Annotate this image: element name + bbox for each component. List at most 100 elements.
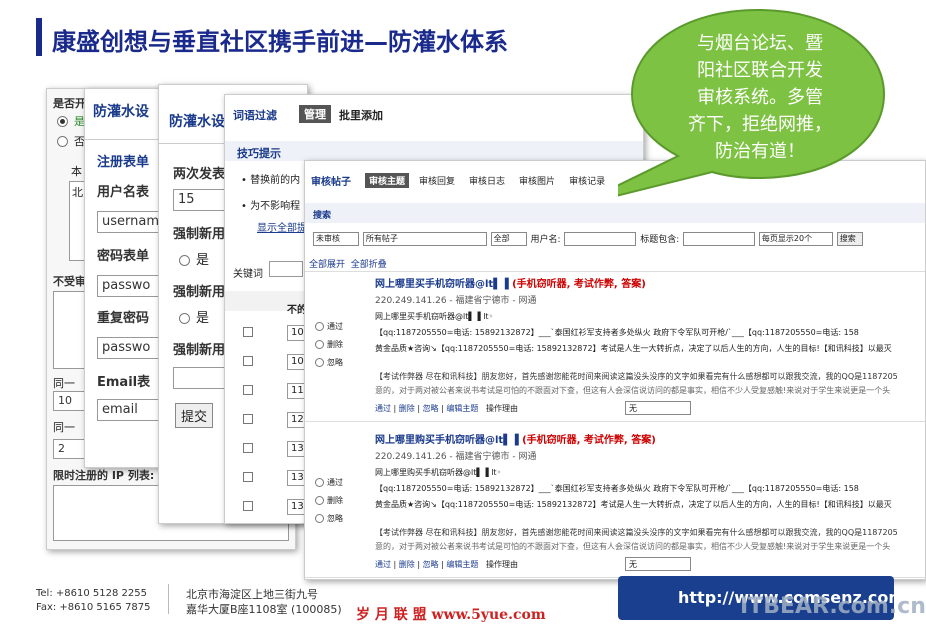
- collapse-all-link[interactable]: 全部折叠: [351, 260, 387, 270]
- tab-moderate-logs[interactable]: 审核日志: [465, 173, 509, 188]
- moderation-option[interactable]: 忽略: [315, 513, 343, 524]
- posts-select[interactable]: 所有帖子: [362, 231, 487, 246]
- nocheck-label: 不受审: [53, 275, 86, 288]
- moderation-radio[interactable]: [315, 322, 324, 331]
- username-label: 用户名:: [530, 235, 561, 245]
- bubble-line: 审核系统。多管: [697, 87, 823, 108]
- row-label: 本: [71, 165, 82, 178]
- tab-moderate-replies[interactable]: 审核回复: [415, 173, 459, 188]
- moderation-option[interactable]: 忽略: [315, 357, 343, 368]
- post-actions: 通过 | 删除 | 忽略 | 编辑主题 操作理由: [375, 560, 518, 569]
- post-actions: 通过 | 删除 | 忽略 | 编辑主题 操作理由: [375, 404, 518, 413]
- status-select[interactable]: 未审核: [313, 231, 359, 246]
- row-checkbox[interactable]: [243, 414, 253, 424]
- moderation-option[interactable]: 通过: [315, 321, 343, 332]
- tab-moderate-images[interactable]: 审核图片: [515, 173, 559, 188]
- radio-no[interactable]: [57, 136, 68, 147]
- show-all-tips-link[interactable]: 显示全部提: [257, 219, 307, 234]
- post-tags: (手机窃听器, 考试作弊, 答案): [512, 279, 646, 290]
- moderation-panel: 审核帖子 审核主题 审核回复 审核日志 审核图片 审核记录 搜索 未审核 所有帖子 全部…: [304, 160, 926, 580]
- row-checkbox[interactable]: [243, 443, 253, 453]
- moderation-option[interactable]: 删除: [315, 495, 343, 506]
- post-action-link[interactable]: 编辑主题: [446, 560, 478, 569]
- moderation-radio[interactable]: [315, 340, 324, 349]
- moderate-posts-title: 审核帖子: [311, 177, 351, 188]
- post-action-link[interactable]: 删除: [399, 404, 415, 413]
- radio-force-1[interactable]: [179, 255, 190, 266]
- post-action-link[interactable]: 忽略: [423, 404, 439, 413]
- force-option-1[interactable]: 是: [179, 249, 209, 268]
- tip-1: • 替换前的内: [241, 175, 301, 186]
- search-section-label: 搜索: [313, 211, 332, 221]
- tips-title: 技巧提示: [237, 147, 281, 160]
- post-title[interactable]: 网上哪里买手机窃听器@lt▌▐ (手机窃听器, 考试作弊, 答案): [375, 275, 646, 290]
- force-new-user-label-2: 强制新用: [173, 285, 226, 300]
- expand-collapse: 全部展开 全部折叠: [309, 257, 387, 270]
- ip-list-label: 限时注册的 IP 列表:: [53, 469, 155, 482]
- radio-force-2[interactable]: [179, 313, 190, 324]
- scope-select[interactable]: 全部: [490, 231, 527, 246]
- expand-all-link[interactable]: 全部展开: [309, 260, 345, 270]
- tab-moderate-records[interactable]: 审核记录: [565, 173, 609, 188]
- post-body-line: 黄金品质★咨询↘【qq:1187205550=电话: 15892132872】考…: [375, 500, 892, 509]
- moderation-radio[interactable]: [315, 496, 324, 505]
- nocheck-textarea[interactable]: [53, 291, 87, 369]
- force-option-2[interactable]: 是: [179, 307, 209, 326]
- post-title[interactable]: 网上哪里购买手机窃听器@lt▌▐ (手机窃听器, 考试作弊, 答案): [375, 431, 656, 446]
- force-new-user-label-1: 强制新用: [173, 227, 226, 242]
- per-page-select[interactable]: 每页显示20个: [758, 231, 833, 246]
- username-input[interactable]: [564, 231, 637, 246]
- search-button[interactable]: 搜索: [836, 231, 863, 246]
- row-checkbox[interactable]: [243, 385, 253, 395]
- post-body-line: 【qq:1187205550=电话: 15892132872】___`泰国红衫军…: [375, 484, 859, 493]
- bubble-line: 防治有道！: [715, 141, 805, 162]
- tab-word-filter[interactable]: 词语过滤: [233, 107, 277, 123]
- reason-select[interactable]: 无: [625, 401, 691, 415]
- footer-divider: [168, 584, 169, 614]
- moderation-radio[interactable]: [315, 358, 324, 367]
- same-ip-label-1: 同一: [53, 377, 75, 390]
- post-tags: (手机窃听器, 考试作弊, 答案): [522, 435, 656, 446]
- keyword-label: 关键词: [233, 269, 263, 280]
- moderation-option[interactable]: 删除: [315, 339, 343, 350]
- slide-title: 康盛创想与垂直社区携手前进—防灌水体系: [52, 28, 508, 56]
- option-yes[interactable]: 是: [57, 113, 85, 129]
- row-checkbox[interactable]: [243, 501, 253, 511]
- keyword-input[interactable]: [269, 261, 303, 277]
- post-title-text[interactable]: 网上哪里买手机窃听器@lt▌▐: [375, 279, 512, 290]
- footer-address-2: 嘉华大厦B座1108室 (100085): [186, 603, 342, 616]
- post-body-line: 网上哪里买手机窃听器@lt▌▐ lt◦: [375, 312, 494, 321]
- title-contains-input[interactable]: [683, 231, 756, 246]
- submit-button[interactable]: 提交: [175, 403, 214, 428]
- title-contains-label: 标题包含:: [640, 235, 680, 245]
- row-checkbox[interactable]: [243, 356, 253, 366]
- post-action-link[interactable]: 编辑主题: [446, 404, 478, 413]
- row-checkbox[interactable]: [243, 472, 253, 482]
- row-checkbox[interactable]: [243, 327, 253, 337]
- tab-moderate-threads[interactable]: 审核主题: [365, 173, 410, 188]
- reason-select[interactable]: 无: [625, 557, 691, 571]
- tab-manage[interactable]: 管理: [299, 105, 331, 123]
- watermark-5yue: 岁 月 联 盟 www.5yue.com: [356, 607, 546, 623]
- moderation-radio[interactable]: [315, 478, 324, 487]
- moderation-radio[interactable]: [315, 514, 324, 523]
- post-action-link[interactable]: 删除: [399, 560, 415, 569]
- post-title-text[interactable]: 网上哪里购买手机窃听器@lt▌▐: [375, 435, 522, 446]
- bubble-line: 与烟台论坛、暨: [697, 33, 823, 54]
- tip-2: • 为不影响程: [241, 201, 301, 212]
- enable-question-label: 是否开: [53, 97, 86, 110]
- post-action-link[interactable]: 忽略: [423, 560, 439, 569]
- option-no[interactable]: 否: [57, 133, 85, 149]
- post-action-link[interactable]: 通过: [375, 560, 391, 569]
- post-body-line: 【考试作弊器 尽在和讯科技】朋友您好，首先感谢您能花时间来阅读这篇没头没序的文字…: [375, 528, 898, 537]
- divider: [305, 421, 925, 422]
- repeat-password-label: 重复密码: [97, 311, 150, 326]
- post-action-link[interactable]: 通过: [375, 404, 391, 413]
- post-meta: 220.249.141.26 - 福建省宁德市 - 网通: [375, 452, 537, 462]
- radio-yes[interactable]: [57, 116, 68, 127]
- moderation-option[interactable]: 通过: [315, 477, 343, 488]
- tab-batch-add[interactable]: 批里添加: [339, 107, 383, 123]
- panel2-title: 防灌水设: [93, 104, 149, 120]
- panel3-title: 防灌水设: [169, 114, 225, 130]
- moderation-tabs: 审核主题 审核回复 审核日志 审核图片 审核记录: [365, 173, 615, 188]
